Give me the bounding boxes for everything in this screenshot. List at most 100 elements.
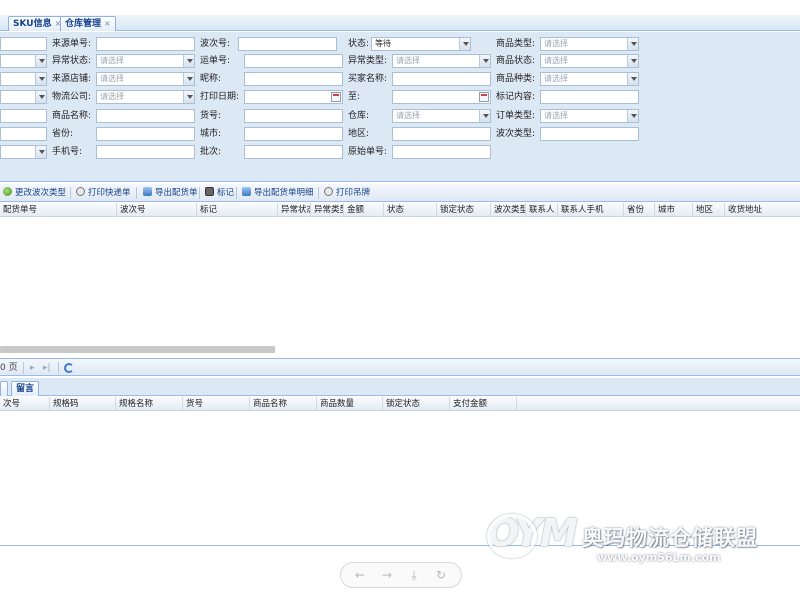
filter-select-1[interactable] (0, 54, 47, 68)
chevron-down-icon[interactable] (627, 55, 638, 67)
next-page-button[interactable]: ▸ (30, 361, 35, 375)
original-order-input[interactable] (392, 145, 491, 159)
col-quantity[interactable]: 商品数量 (317, 397, 383, 411)
last-page-button[interactable]: ▸| (43, 361, 51, 375)
tab-partial[interactable] (0, 381, 8, 396)
col-city[interactable]: 城市 (655, 203, 693, 217)
col-spec-code[interactable]: 规格码 (50, 397, 116, 411)
warehouse-select[interactable]: 请选择 (392, 109, 491, 123)
item-no-input[interactable] (244, 109, 343, 123)
wave-type-input[interactable] (540, 127, 639, 141)
filter-select-3[interactable] (0, 90, 47, 104)
print-tag-button[interactable]: 打印吊牌 (324, 186, 370, 200)
calendar-icon[interactable] (331, 92, 341, 102)
col-paid-amount[interactable]: 支付金额 (450, 397, 517, 411)
batch-input[interactable] (244, 145, 343, 159)
mark-content-input[interactable] (540, 90, 639, 104)
label-region: 地区: (348, 129, 370, 139)
chevron-down-icon[interactable] (627, 38, 638, 50)
tab-bar (0, 15, 800, 31)
phone-input[interactable] (96, 145, 195, 159)
pager-divider (58, 362, 59, 374)
change-wave-type-button[interactable]: 更改波次类型 (3, 186, 66, 200)
col-product-name[interactable]: 商品名称 (250, 397, 317, 411)
wave-no-input[interactable] (238, 37, 337, 51)
tab-message[interactable]: 留言 (11, 381, 40, 396)
logistics-company-select[interactable]: 请选择 (96, 90, 195, 104)
col-detail-no[interactable]: 次号 (0, 397, 50, 411)
col-lock-status[interactable]: 锁定状态 (437, 203, 491, 217)
col-contact[interactable]: 联系人 (526, 203, 558, 217)
export-icon (242, 187, 251, 196)
col-status[interactable]: 状态 (384, 203, 437, 217)
mark-button[interactable]: 标记 (205, 186, 234, 200)
col-province[interactable]: 省份 (624, 203, 655, 217)
waybill-no-input[interactable] (244, 54, 343, 68)
label-product-type: 商品类型: (496, 39, 536, 49)
chevron-down-icon[interactable] (183, 73, 194, 85)
chevron-down-icon[interactable] (35, 146, 46, 158)
buyer-name-input[interactable] (392, 72, 491, 86)
label-warehouse: 仓库: (348, 111, 370, 121)
print-express-button[interactable]: 打印快递单 (76, 186, 131, 200)
exception-status-select[interactable]: 请选择 (96, 54, 195, 68)
col-exception-status[interactable]: 异常状态 (278, 203, 311, 217)
filter-input-1[interactable] (0, 37, 47, 51)
print-date-input[interactable] (244, 90, 343, 104)
next-arrow-icon[interactable]: → (379, 567, 395, 583)
tab-sku-info[interactable]: SKU信息 × (8, 16, 67, 31)
col-mark[interactable]: 标记 (197, 203, 278, 217)
col-exception-type[interactable]: 异常类型 (311, 203, 344, 217)
order-type-select[interactable]: 请选择 (540, 109, 639, 123)
col-wave-type[interactable]: 波次类型 (491, 203, 526, 217)
chevron-down-icon[interactable] (183, 55, 194, 67)
download-icon[interactable]: ⤓ (406, 567, 422, 583)
product-kind-select[interactable]: 请选择 (540, 72, 639, 86)
rotate-icon[interactable]: ↻ (433, 567, 449, 583)
status-select[interactable]: 等待 (371, 37, 471, 51)
export-picking-list-button[interactable]: 导出配货单 (143, 186, 198, 200)
col-wave-no[interactable]: 波次号 (117, 203, 197, 217)
product-status-select[interactable]: 请选择 (540, 54, 639, 68)
nickname-input[interactable] (244, 72, 343, 86)
export-picking-detail-button[interactable]: 导出配货单明细 (242, 186, 314, 200)
col-region[interactable]: 地区 (693, 203, 725, 217)
col-spec-name[interactable]: 规格名称 (116, 397, 183, 411)
calendar-icon[interactable] (479, 92, 489, 102)
product-name-input[interactable] (96, 109, 195, 123)
col-shipping-address[interactable]: 收货地址 (725, 203, 800, 217)
city-input[interactable] (244, 127, 343, 141)
province-input[interactable] (96, 127, 195, 141)
col-picking-order-no[interactable]: 配货单号 (0, 203, 117, 217)
exception-type-select[interactable]: 请选择 (392, 54, 491, 68)
chevron-down-icon[interactable] (35, 55, 46, 67)
to-date-input[interactable] (392, 90, 491, 104)
horizontal-scrollbar[interactable] (0, 346, 275, 353)
filter-input-6[interactable] (0, 127, 47, 141)
source-store-select[interactable]: 请选择 (96, 72, 195, 86)
filter-select-2[interactable] (0, 72, 47, 86)
previous-arrow-icon[interactable]: ← (352, 567, 368, 583)
chevron-down-icon[interactable] (183, 91, 194, 103)
chevron-down-icon[interactable] (35, 91, 46, 103)
filter-input-5[interactable] (0, 109, 47, 123)
col-item-no[interactable]: 货号 (183, 397, 250, 411)
source-order-input[interactable] (96, 37, 195, 51)
close-icon[interactable]: × (104, 19, 111, 28)
col-amount[interactable]: 金额 (344, 203, 384, 217)
chevron-down-icon[interactable] (627, 110, 638, 122)
chevron-down-icon[interactable] (479, 110, 490, 122)
chevron-down-icon[interactable] (459, 38, 470, 50)
chevron-down-icon[interactable] (627, 73, 638, 85)
filter-select-7[interactable] (0, 145, 47, 159)
region-input[interactable] (392, 127, 491, 141)
tab-warehouse-management[interactable]: 仓库管理 × (60, 16, 116, 31)
col-detail-lock-status[interactable]: 锁定状态 (383, 397, 450, 411)
chevron-down-icon[interactable] (479, 55, 490, 67)
product-type-select[interactable]: 请选择 (540, 37, 639, 51)
col-contact-phone[interactable]: 联系人手机 (558, 203, 624, 217)
refresh-icon[interactable] (64, 363, 74, 373)
label-print-date: 打印日期: (200, 92, 240, 102)
toolbar-divider (318, 187, 319, 199)
chevron-down-icon[interactable] (35, 73, 46, 85)
